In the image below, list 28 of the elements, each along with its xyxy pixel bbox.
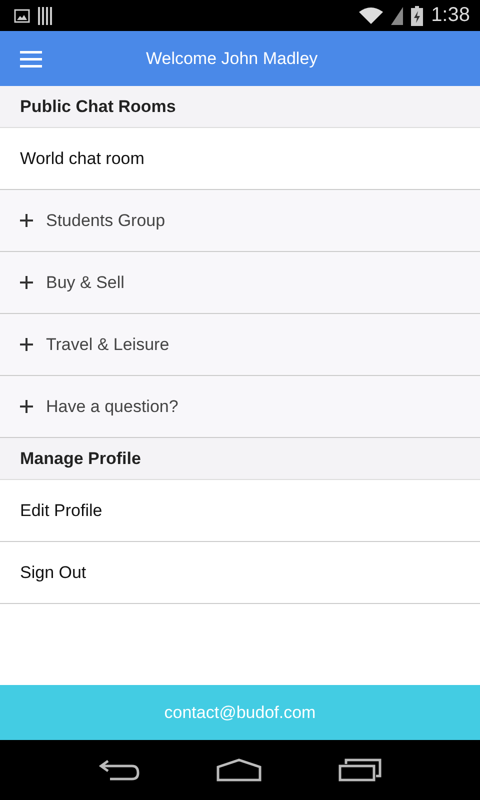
home-icon[interactable]	[216, 758, 262, 782]
clock-time: 1:38	[431, 4, 470, 27]
list-item[interactable]: Travel & Leisure	[0, 314, 480, 376]
signal-icon	[391, 6, 404, 24]
item-label: World chat room	[20, 148, 144, 168]
list-item[interactable]: Buy & Sell	[0, 252, 480, 314]
menu-icon	[20, 50, 42, 68]
plus-icon	[20, 338, 33, 351]
plus-icon	[20, 400, 33, 413]
item-label: Students Group	[46, 210, 166, 230]
image-icon	[14, 8, 30, 22]
item-label: Sign Out	[20, 562, 86, 582]
wifi-icon	[359, 6, 384, 24]
list-item[interactable]: Have a question?	[0, 376, 480, 438]
battery-icon	[411, 6, 424, 26]
plus-icon	[20, 214, 33, 227]
back-icon[interactable]	[98, 759, 140, 781]
app-title: Welcome John Madley	[146, 48, 318, 68]
recents-icon[interactable]	[338, 758, 382, 782]
item-label: Have a question?	[46, 396, 178, 416]
item-label: Buy & Sell	[46, 272, 124, 292]
list-item[interactable]: Students Group	[0, 190, 480, 252]
section-title: Public Chat Rooms	[20, 96, 176, 116]
section-title: Manage Profile	[20, 448, 141, 468]
item-label: Edit Profile	[20, 500, 102, 520]
barcode-icon	[38, 6, 52, 24]
plus-icon	[20, 276, 33, 289]
item-label: Travel & Leisure	[46, 334, 170, 354]
